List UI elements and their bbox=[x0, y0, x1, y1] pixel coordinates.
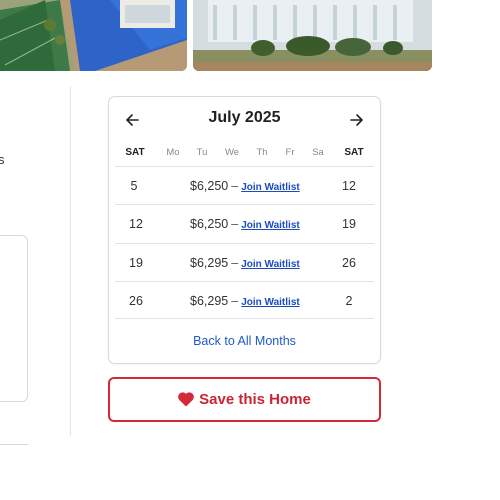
week-price: $6,250 bbox=[190, 179, 229, 193]
property-photo-house[interactable] bbox=[193, 0, 432, 71]
join-waitlist-link[interactable]: Join Waitlist bbox=[241, 220, 300, 231]
save-home-label: Save this Home bbox=[199, 391, 311, 408]
week-price-info: $6,295– Join Waitlist bbox=[190, 294, 300, 308]
week-end-date: 2 bbox=[345, 293, 353, 308]
price-separator: – bbox=[231, 293, 239, 308]
availability-calendar: July 2025 SAT Mo Tu We Th Fr Sa SAT 5 $6… bbox=[108, 96, 381, 364]
left-panel-card bbox=[0, 235, 28, 402]
weekday-label: Mo bbox=[166, 147, 180, 158]
week-row: 19 $6,295– Join Waitlist 26 bbox=[115, 242, 374, 281]
aerial-photo-image bbox=[0, 0, 187, 71]
left-panel-divider bbox=[0, 444, 28, 445]
save-home-button[interactable]: Save this Home bbox=[108, 377, 381, 422]
price-separator: – bbox=[231, 217, 239, 232]
week-rows: 5 $6,250– Join Waitlist 12 12 $6,250– Join… bbox=[115, 166, 374, 320]
arrow-right-icon bbox=[350, 114, 363, 126]
week-price: $6,250 bbox=[190, 217, 229, 232]
join-waitlist-link[interactable]: Join Waitlist bbox=[241, 182, 300, 193]
price-separator: – bbox=[231, 179, 239, 193]
week-start-date: 12 bbox=[129, 217, 143, 232]
week-row: 5 $6,250– Join Waitlist 12 bbox=[115, 166, 374, 204]
week-end-date: 26 bbox=[342, 255, 356, 270]
week-end-date: 12 bbox=[342, 179, 356, 193]
week-price: $6,295 bbox=[190, 293, 229, 308]
column-divider bbox=[70, 86, 71, 436]
weekday-label: Th bbox=[256, 147, 268, 158]
week-row: 26 $6,295– Join Waitlist 2 bbox=[115, 280, 374, 320]
weekday-header-row: SAT Mo Tu We Th Fr Sa SAT bbox=[115, 147, 374, 165]
week-price-info: $6,295– Join Waitlist bbox=[190, 256, 300, 270]
weekday-label: Fr bbox=[285, 147, 295, 158]
next-month-button[interactable] bbox=[348, 111, 366, 129]
week-end-date: 19 bbox=[342, 217, 356, 232]
weekday-label: Tu bbox=[196, 147, 208, 158]
calendar-month-title: July 2025 bbox=[208, 109, 281, 126]
price-separator: – bbox=[231, 255, 239, 270]
weekday-label: SAT bbox=[344, 147, 364, 158]
week-start-date: 26 bbox=[129, 293, 143, 308]
join-waitlist-link[interactable]: Join Waitlist bbox=[241, 297, 300, 308]
weekday-label: Sa bbox=[312, 147, 324, 158]
week-price: $6,295 bbox=[190, 255, 229, 270]
house-photo-image bbox=[193, 0, 432, 71]
join-waitlist-link[interactable]: Join Waitlist bbox=[241, 259, 300, 270]
week-start-date: 19 bbox=[129, 255, 143, 270]
back-to-all-months-link[interactable]: Back to All Months bbox=[109, 334, 380, 348]
week-start-date: 5 bbox=[130, 179, 138, 193]
week-row: 12 $6,250– Join Waitlist 19 bbox=[115, 204, 374, 242]
weekday-label: We bbox=[224, 147, 240, 158]
weekday-label: SAT bbox=[125, 147, 145, 158]
property-photo-aerial[interactable] bbox=[0, 0, 187, 71]
left-panel-text-fragment: s bbox=[0, 152, 5, 167]
week-price-info: $6,250– Join Waitlist bbox=[190, 179, 300, 193]
calendar-header: July 2025 bbox=[109, 97, 380, 143]
week-price-info: $6,250– Join Waitlist bbox=[190, 217, 300, 231]
heart-icon bbox=[178, 392, 194, 407]
